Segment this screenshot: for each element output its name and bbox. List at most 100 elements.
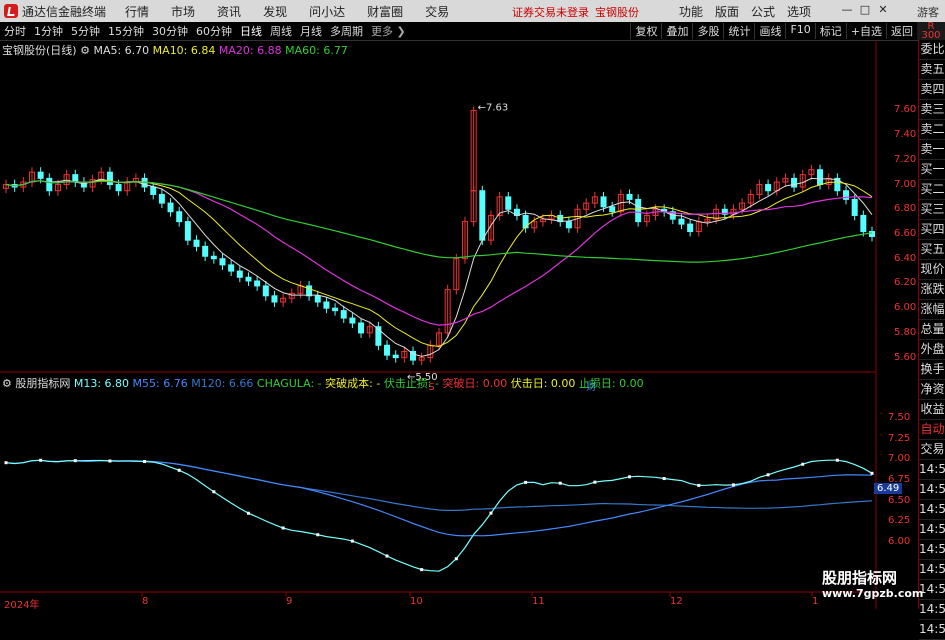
kline-chart[interactable]: ←7.63←5.50S 财 <box>0 40 918 609</box>
menu-wealth[interactable]: 财富圈 <box>356 3 414 20</box>
stats-button[interactable]: 统计 <box>723 23 754 39</box>
side-item[interactable]: 换手 <box>919 360 945 380</box>
side-item[interactable]: 收益 <box>919 400 945 420</box>
ma60-value: MA60: 6.77 <box>285 44 348 57</box>
candle-body <box>37 171 44 179</box>
chagula-value: CHAGULA: - <box>256 377 322 390</box>
side-item[interactable]: 现价 <box>919 260 945 280</box>
settings-icon[interactable]: ⚙ <box>80 44 93 57</box>
watermark: 股朋指标网 www.7gpzb.com <box>822 569 924 600</box>
add-watchlist-button[interactable]: +自选 <box>845 23 886 39</box>
mark-button[interactable]: 标记 <box>814 23 846 39</box>
minimize-icon[interactable]: — <box>841 3 853 17</box>
candle-body <box>176 211 183 223</box>
menu-discover[interactable]: 发现 <box>252 3 298 20</box>
side-item[interactable]: 委比 <box>919 40 945 60</box>
candle-body <box>349 317 356 324</box>
candle-body <box>479 190 486 241</box>
side-item[interactable]: 14:56 <box>919 500 945 520</box>
side-item[interactable]: 涨跌 <box>919 280 945 300</box>
f10-button[interactable]: F10 <box>785 23 814 39</box>
login-notice[interactable]: 证券交易未登录 宝钢股份 <box>512 4 639 20</box>
period-60min[interactable]: 60分钟 <box>192 23 236 39</box>
m13-line <box>5 459 873 572</box>
side-item[interactable]: 买三 <box>919 200 945 220</box>
sub-y-tick-label: 7.50 <box>888 412 911 424</box>
stock-name[interactable]: 宝钢股份(日线) <box>2 44 77 57</box>
period-tick[interactable]: 分时 <box>0 23 30 39</box>
side-item[interactable]: 总量 <box>919 320 945 340</box>
menu-ask[interactable]: 问小达 <box>298 3 356 20</box>
m120-value: M120: 6.66 <box>191 377 254 390</box>
ma10-value: MA10: 6.84 <box>152 44 216 57</box>
period-15min[interactable]: 15分钟 <box>104 23 148 39</box>
period-week[interactable]: 周线 <box>266 23 296 39</box>
indicator-name[interactable]: 股朋指标网 <box>15 377 70 390</box>
side-item[interactable]: 买一 <box>919 160 945 180</box>
period-more[interactable]: 更多 ❯ <box>367 23 410 39</box>
period-30min[interactable]: 30分钟 <box>148 23 192 39</box>
m13-point <box>246 511 250 515</box>
m13-point <box>524 480 528 484</box>
candle-body <box>193 239 200 247</box>
side-item[interactable]: 14:56 <box>919 460 945 480</box>
menu-news[interactable]: 资讯 <box>206 3 252 20</box>
menu-options[interactable]: 选项 <box>781 3 817 20</box>
side-item[interactable]: 卖一 <box>919 140 945 160</box>
m13-point <box>628 475 632 479</box>
period-day[interactable]: 日线 <box>236 23 266 39</box>
x-tick-label: 9 <box>286 596 293 607</box>
side-item[interactable]: 交易 <box>919 440 945 460</box>
candle-body <box>635 198 642 223</box>
back-button[interactable]: 返回 <box>886 23 917 39</box>
main-chart-header: 宝钢股份(日线) ⚙ MA5: 6.70 MA10: 6.84 MA20: 6.… <box>2 42 348 58</box>
menu-market[interactable]: 市场 <box>160 3 206 20</box>
period-5min[interactable]: 5分钟 <box>67 23 104 39</box>
side-item[interactable]: 买五 <box>919 240 945 260</box>
candle-body <box>210 255 217 260</box>
side-item[interactable]: 卖四 <box>919 80 945 100</box>
candle-body <box>522 214 529 229</box>
candle-body <box>851 198 858 216</box>
m13-point <box>350 539 354 543</box>
draw-button[interactable]: 画线 <box>754 23 785 39</box>
period-1min[interactable]: 1分钟 <box>30 23 67 39</box>
m13-point <box>108 459 112 463</box>
menu-layout[interactable]: 版面 <box>709 3 745 20</box>
main-menu: 行情 市场 资讯 发现 问小达 财富圈 交易 <box>114 3 460 20</box>
menu-quotes[interactable]: 行情 <box>114 3 160 20</box>
close-icon[interactable]: ✕ <box>877 3 889 17</box>
side-item[interactable]: 卖二 <box>919 120 945 140</box>
side-item[interactable]: 14:56 <box>919 480 945 500</box>
guest-label[interactable]: 游客 <box>917 4 939 20</box>
side-item[interactable]: 净资 <box>919 380 945 400</box>
adjust-button[interactable]: 复权 <box>630 23 661 39</box>
side-item[interactable]: 14:56 <box>919 620 945 640</box>
menu-function[interactable]: 功能 <box>673 3 709 20</box>
m55-line <box>5 459 873 537</box>
side-item[interactable]: 14:56 <box>919 600 945 620</box>
side-item[interactable]: 自动 <box>919 420 945 440</box>
y-tick-label: 5.60 <box>894 351 917 363</box>
period-multi[interactable]: 多周期 <box>326 23 367 39</box>
settings-icon[interactable]: ⚙ <box>2 377 15 390</box>
right-menu: 功能 版面 公式 选项 <box>673 3 817 20</box>
maximize-icon[interactable]: □ <box>859 3 871 17</box>
menu-trade[interactable]: 交易 <box>414 3 460 20</box>
side-item[interactable]: 卖五 <box>919 60 945 80</box>
multi-stock-button[interactable]: 多股 <box>692 23 723 39</box>
side-item[interactable]: 外盘 <box>919 340 945 360</box>
menu-formula[interactable]: 公式 <box>745 3 781 20</box>
side-item[interactable]: 涨幅 <box>919 300 945 320</box>
candle-body <box>505 196 512 210</box>
m13-point <box>731 483 735 487</box>
side-item[interactable]: 卖三 <box>919 100 945 120</box>
side-item[interactable]: 14:56 <box>919 520 945 540</box>
side-item[interactable]: 买四 <box>919 220 945 240</box>
period-month[interactable]: 月线 <box>296 23 326 39</box>
side-item[interactable]: 买二 <box>919 180 945 200</box>
candle-body <box>106 171 113 186</box>
overlay-button[interactable]: 叠加 <box>661 23 692 39</box>
side-item[interactable]: 14:56 <box>919 540 945 560</box>
m13-point <box>4 461 8 465</box>
